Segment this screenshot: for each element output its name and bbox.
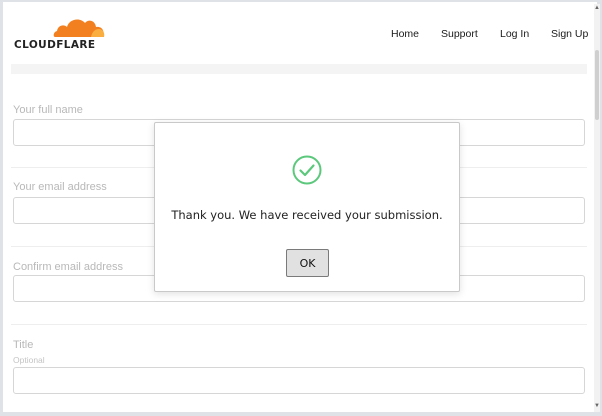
dialog-message: Thank you. We have received your submiss… bbox=[171, 208, 443, 222]
modal-overlay: Thank you. We have received your submiss… bbox=[0, 0, 602, 416]
check-circle-icon bbox=[292, 155, 322, 185]
ok-button[interactable]: OK bbox=[286, 249, 329, 277]
confirmation-dialog: Thank you. We have received your submiss… bbox=[154, 122, 460, 292]
